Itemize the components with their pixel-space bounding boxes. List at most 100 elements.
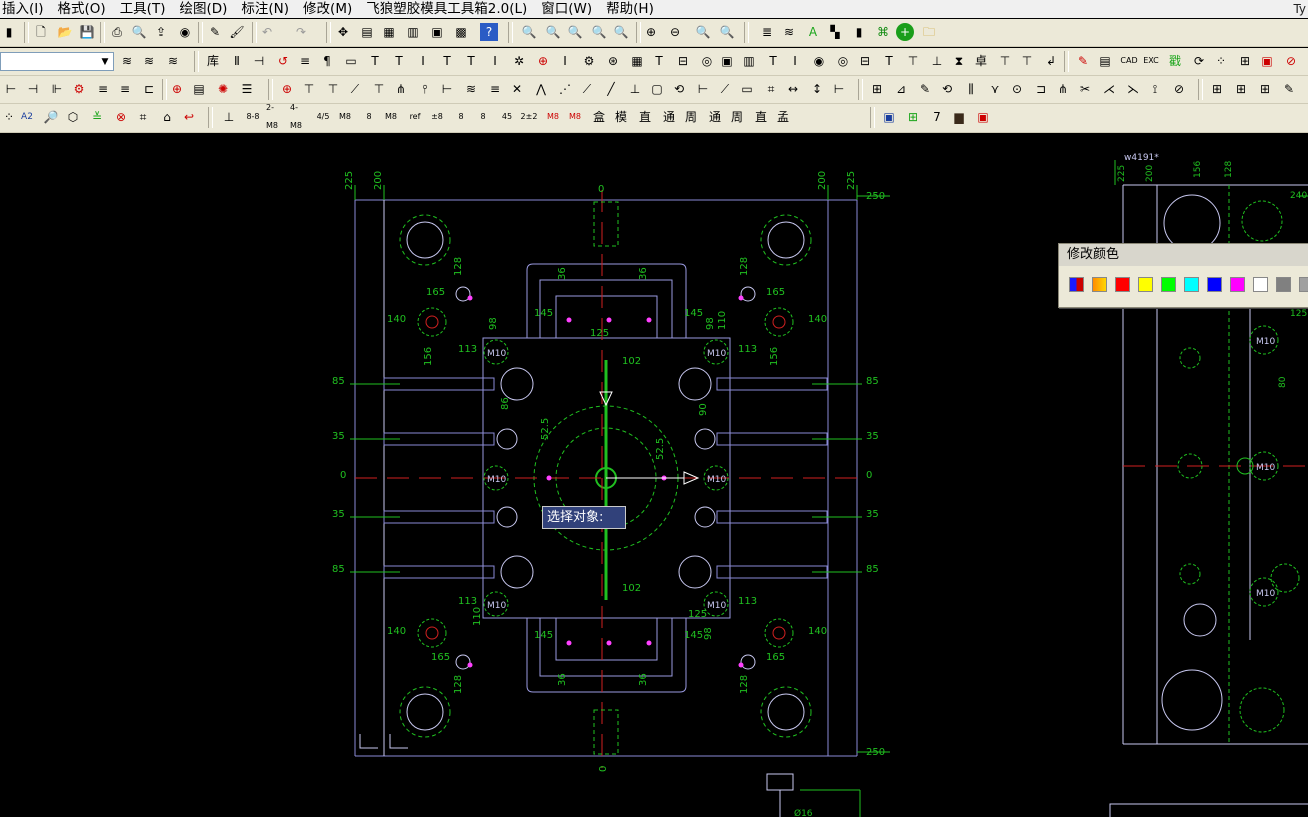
menu-tools[interactable]: 工具(T) (114, 0, 174, 18)
dim-style-button[interactable]: ⊥ (626, 80, 644, 98)
vdim-button[interactable]: ↕ (808, 80, 826, 98)
cut-button[interactable]: ✂ (1076, 80, 1094, 98)
hash-button[interactable]: ⌗ (762, 80, 780, 98)
library-button[interactable]: 库 (204, 52, 222, 70)
dim-linear-icon[interactable]: ⊤ (300, 80, 318, 98)
menu-mold-toolbox[interactable]: 飞狼塑胶模具工具箱2.0(L) (360, 0, 535, 18)
zoom-realtime-icon[interactable]: 🔍 (520, 23, 538, 41)
zoom-in-icon[interactable]: ⊕ (642, 23, 660, 41)
dots-icon[interactable]: ⁘ (0, 108, 18, 126)
swatch-green[interactable] (1161, 277, 1176, 292)
dim-2m8-button[interactable]: 2-M8 (266, 104, 284, 130)
web-icon[interactable]: ◉ (176, 23, 194, 41)
text-edit-icon[interactable]: ✎ (1074, 52, 1092, 70)
array2-button[interactable]: ≡ (116, 80, 134, 98)
layer-dropdown[interactable]: ▼ (0, 52, 114, 71)
cross-button[interactable]: ⊤ (1018, 52, 1036, 70)
color-bar-icon[interactable]: ▮ (850, 23, 868, 41)
plate2-button[interactable]: ⊞ (1208, 80, 1226, 98)
pattern-icon[interactable]: ▚ (826, 23, 844, 41)
straight-char-button[interactable]: 直 (636, 108, 654, 126)
tool-palettes-icon[interactable]: ▥ (404, 23, 422, 41)
layer-state-icon[interactable]: ≋ (118, 52, 136, 70)
calculator-icon[interactable]: ▩ (452, 23, 470, 41)
tree-icon[interactable]: ⌘ (874, 23, 892, 41)
lock-button[interactable]: ⊟ (674, 52, 692, 70)
span-button[interactable]: ⊢ (830, 80, 848, 98)
properties-icon[interactable]: ▤ (358, 23, 376, 41)
layer-iso-icon[interactable]: ≋ (140, 52, 158, 70)
design-center-icon[interactable]: ▦ (380, 23, 398, 41)
dim-angle-icon[interactable]: ⟋ (346, 80, 364, 98)
return-arrow-icon[interactable]: ↲ (1042, 52, 1060, 70)
slash-button[interactable]: ⟋ (716, 80, 734, 98)
dim-style-icon[interactable]: 戳 (1166, 52, 1184, 70)
hash-icon[interactable]: ⌗ (134, 108, 152, 126)
swatch-light-gray[interactable] (1299, 277, 1308, 292)
dim-45-button[interactable]: 4/5 (314, 108, 332, 126)
slash2-button[interactable]: ⊘ (1170, 80, 1188, 98)
fork-button[interactable]: ⋎ (986, 80, 1004, 98)
hdim-button[interactable]: ↔ (784, 80, 802, 98)
save-icon[interactable]: 💾 (78, 23, 96, 41)
swatch-magenta[interactable] (1230, 277, 1245, 292)
sheet-set-icon[interactable]: ▣ (428, 23, 446, 41)
dim-45b-button[interactable]: 45 (498, 108, 516, 126)
target-icon[interactable]: ⊕ (534, 52, 552, 70)
excel-export-icon[interactable]: EXC (1142, 52, 1160, 70)
print-icon[interactable]: ⎙ (108, 23, 126, 41)
text-style-icon[interactable]: A (804, 23, 822, 41)
cap-button[interactable]: ⊤ (904, 52, 922, 70)
dim-8-8-button[interactable]: 8-8 (244, 108, 262, 126)
weld-button[interactable]: ⟟ (1146, 80, 1164, 98)
lines-button[interactable]: ≡ (296, 52, 314, 70)
meng-char-button[interactable]: 孟 (774, 108, 792, 126)
plate4-button[interactable]: ⊞ (1256, 80, 1274, 98)
branch-button[interactable]: ⋌ (1100, 80, 1118, 98)
nozzle-button[interactable]: T (462, 52, 480, 70)
pencil-icon[interactable]: ✎ (206, 23, 224, 41)
table-icon[interactable]: ▤ (1096, 52, 1114, 70)
swatch-gray[interactable] (1276, 277, 1291, 292)
add-icon[interactable]: + (896, 23, 914, 41)
block-button[interactable]: ▣ (718, 52, 736, 70)
punch-button[interactable]: I (414, 52, 432, 70)
teeth-button[interactable]: ⋔ (1054, 80, 1072, 98)
spacer-button[interactable]: 卓 (972, 52, 990, 70)
hole-table-button[interactable]: ⊢ (2, 80, 20, 98)
cube-icon[interactable]: ⬡ (64, 108, 82, 126)
rotate2-button[interactable]: ⟲ (938, 80, 956, 98)
drawing-canvas[interactable]: 225 200 200 225 0 0 250 250 85 35 0 35 8… (0, 133, 1308, 817)
cooling-icon[interactable]: ⊛ (604, 52, 622, 70)
ring-button[interactable]: ◎ (698, 52, 716, 70)
new-file-icon[interactable]: 🗋 (32, 23, 50, 41)
cup-button[interactable]: T (880, 52, 898, 70)
bushing-button[interactable]: I (486, 52, 504, 70)
grid-button[interactable]: ▦ (628, 52, 646, 70)
circle-cross-icon[interactable]: ⊗ (112, 108, 130, 126)
sketch-button[interactable]: ✎ (916, 80, 934, 98)
swatch-red[interactable] (1115, 277, 1130, 292)
split-button[interactable]: ⋋ (1124, 80, 1142, 98)
hourglass-button[interactable]: ⧗ (950, 52, 968, 70)
mold-char-button[interactable]: 模 (612, 108, 630, 126)
swatch-yellow[interactable] (1138, 277, 1153, 292)
monitor-icon[interactable]: ▣ (880, 108, 898, 126)
mold-base-button[interactable]: Ⅱ (228, 52, 246, 70)
help-icon[interactable]: ? (480, 23, 498, 41)
match-properties-icon[interactable]: 🖌 (228, 23, 246, 41)
dim-4m8-button[interactable]: 4-M8 (290, 104, 308, 130)
pattern-grid-icon[interactable]: ⁘ (1212, 52, 1230, 70)
cylinder-button[interactable]: ⊟ (856, 52, 874, 70)
sprue-button[interactable]: I (556, 52, 574, 70)
week-char-button[interactable]: 周 (728, 108, 746, 126)
zoom-object-icon[interactable]: 🔍 (718, 23, 736, 41)
swatch-blue[interactable] (1207, 277, 1222, 292)
collar-button[interactable]: ◉ (810, 52, 828, 70)
dim-m8-button[interactable]: M8 (336, 108, 354, 126)
list-icon[interactable]: ☰ (238, 80, 256, 98)
menu-dimension[interactable]: 标注(N) (235, 0, 297, 18)
dim-baseline-icon[interactable]: ⊢ (438, 80, 456, 98)
through-char-button[interactable]: 通 (706, 108, 724, 126)
hook-icon[interactable]: ↩ (180, 108, 198, 126)
